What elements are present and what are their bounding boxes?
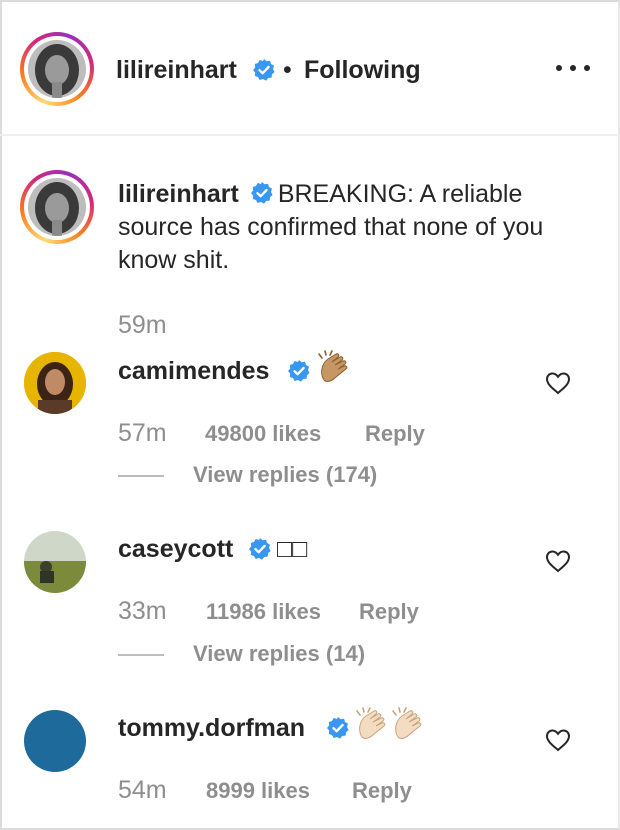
comment-likes[interactable]: 11986 likes: [206, 598, 321, 626]
heart-like-icon[interactable]: [545, 549, 571, 573]
reply-button[interactable]: Reply: [359, 598, 419, 626]
heart-like-icon[interactable]: [545, 371, 571, 395]
post-caption: lilireinhart BREAKING: A reliable source…: [118, 178, 568, 277]
comment-username[interactable]: caseycott: [118, 534, 233, 564]
verified-badge-icon: [288, 360, 310, 382]
comment-avatar-caseycott[interactable]: [24, 531, 86, 593]
comment-timestamp[interactable]: 54m: [118, 776, 167, 804]
post-header: lilireinhart • Following: [0, 0, 620, 136]
header-username[interactable]: lilireinhart: [116, 55, 237, 85]
comment-timestamp[interactable]: 57m: [118, 419, 167, 447]
caption-avatar-lilireinhart[interactable]: [20, 170, 94, 244]
clapping-hands-icon: [356, 707, 386, 739]
caption-username[interactable]: lilireinhart: [118, 180, 239, 208]
reply-button[interactable]: Reply: [365, 420, 425, 448]
verified-badge-icon: [253, 59, 275, 81]
verified-badge-icon: [250, 182, 273, 204]
more-options-icon[interactable]: [556, 58, 590, 78]
view-replies-button[interactable]: View replies (174): [193, 461, 377, 489]
reply-button[interactable]: Reply: [352, 777, 412, 805]
comment-username[interactable]: camimendes: [118, 356, 269, 386]
view-replies-button[interactable]: View replies (14): [193, 640, 365, 668]
divider-line: [118, 654, 164, 656]
comment-likes[interactable]: 8999 likes: [206, 777, 310, 805]
separator-dot: •: [283, 56, 292, 84]
comment-avatar-camimendes[interactable]: [24, 352, 86, 414]
verified-badge-icon: [327, 717, 349, 739]
caption-timestamp[interactable]: 59m: [118, 310, 167, 340]
comment-username[interactable]: tommy.dorfman: [118, 713, 305, 743]
comment-likes[interactable]: 49800 likes: [205, 420, 321, 448]
divider-line: [118, 475, 164, 477]
clapping-hands-icon: [392, 707, 422, 739]
profile-avatar-lilireinhart[interactable]: [20, 32, 94, 106]
following-button[interactable]: Following: [304, 55, 421, 85]
comment-text: □□: [277, 535, 308, 563]
comment-timestamp[interactable]: 33m: [118, 597, 167, 625]
verified-badge-icon: [249, 538, 271, 560]
comment-avatar-tommy-dorfman[interactable]: [24, 710, 86, 772]
heart-like-icon[interactable]: [545, 728, 571, 752]
clapping-hands-icon: [318, 350, 348, 382]
